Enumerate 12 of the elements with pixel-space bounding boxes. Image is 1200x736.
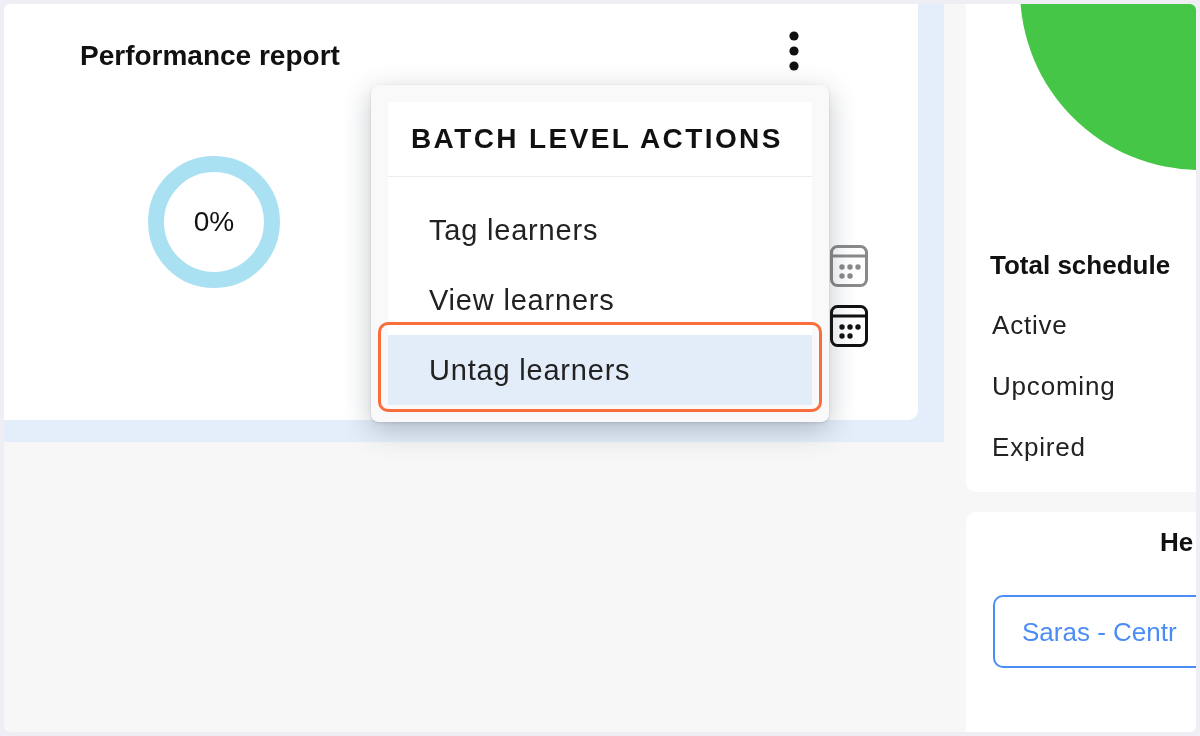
menu-item[interactable]: View learners <box>388 265 812 335</box>
status-label: Expired <box>992 431 1086 464</box>
panel-heading: He <box>1160 526 1194 558</box>
card-title: Performance report <box>80 39 340 73</box>
status-label: Upcoming <box>992 370 1116 403</box>
menu-heading: BATCH LEVEL ACTIONS <box>411 122 783 156</box>
calendar-icon[interactable] <box>830 305 868 347</box>
section-title: Total schedule <box>990 249 1171 282</box>
status-label: Active <box>992 309 1068 342</box>
menu-item[interactable]: Tag learners <box>388 195 812 265</box>
progress-percent: 0% <box>193 206 235 238</box>
more-options-icon[interactable] <box>788 29 800 71</box>
